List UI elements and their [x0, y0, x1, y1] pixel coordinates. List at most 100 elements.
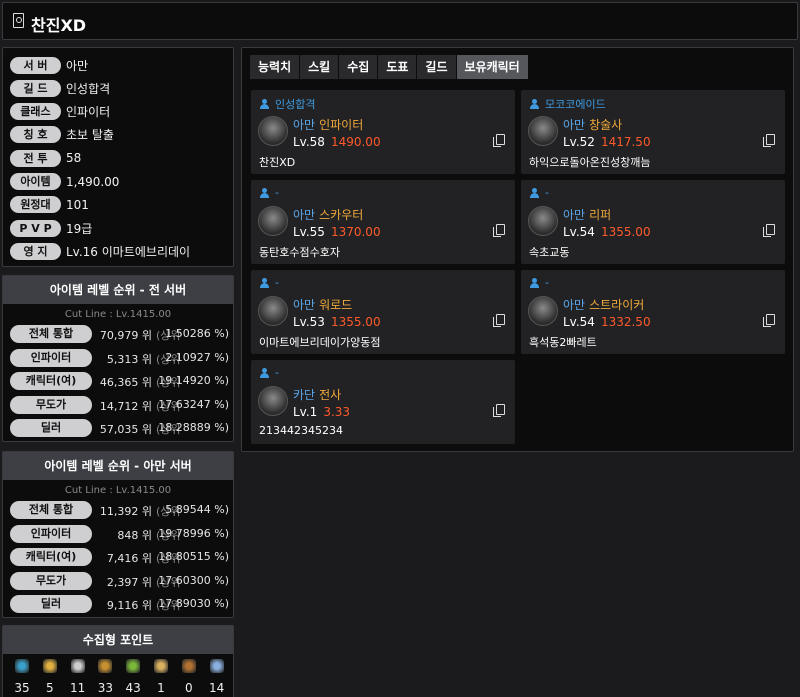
level-row: Lv.53 1355.00: [293, 315, 381, 329]
rank-row: 인파이터 5,313 위 (상위 2.10927 %): [10, 348, 232, 367]
rank-row: 딜러 57,035 위 (상위 18.28889 %): [10, 419, 232, 437]
copy-icon[interactable]: [493, 404, 505, 417]
item-level: 1332.50: [600, 315, 651, 329]
collection-item[interactable]: 14: [205, 659, 229, 695]
rank-label: 전체 통합: [10, 325, 92, 343]
rank-all-title: 아이템 레벨 순위 - 전 서버: [3, 276, 233, 304]
level-row: Lv.58 1490.00: [293, 135, 381, 149]
character-card[interactable]: - 아만 스카우터 Lv.55 1370.00 동탄호수점수호자: [251, 180, 515, 264]
rank-percent: 5.89544 %): [165, 503, 229, 516]
profile-value: 아만: [66, 58, 89, 73]
character-avatar: [258, 116, 288, 146]
tree-leaf-icon: [209, 659, 224, 673]
server-name: 아만: [293, 208, 316, 222]
profile-value: 인파이터: [66, 105, 111, 120]
rank-row: 딜러 9,116 위 (상위 17.89030 %): [10, 595, 232, 613]
copy-icon[interactable]: [493, 134, 505, 147]
character-card[interactable]: - 아만 스트라이커 Lv.54 1332.50 흑석동2빠레트: [521, 270, 785, 354]
tab-2[interactable]: 수집: [339, 55, 378, 79]
rank-number: 9,116 위: [106, 599, 152, 612]
collection-title: 수집형 포인트: [3, 626, 233, 654]
rank-row: 캐릭터(여) 46,365 위 (상위 19.14920 %): [10, 372, 232, 390]
rank-label: 전체 통합: [10, 501, 92, 519]
rank-label: 무도가: [10, 571, 92, 590]
profile-row: 서 버 아만: [10, 56, 88, 74]
people-icon: [529, 277, 541, 288]
copy-icon[interactable]: [763, 134, 775, 147]
server-name: 아만: [563, 118, 586, 132]
tab-0[interactable]: 능력치: [250, 55, 300, 79]
bookmark-icon[interactable]: [13, 13, 24, 28]
rank-percent: 18.80515 %): [158, 550, 229, 563]
rank-label: 캐릭터(여): [10, 548, 92, 566]
copy-icon[interactable]: [493, 224, 505, 237]
rank-number: 70,979 위: [99, 329, 152, 342]
class-row: 아만 스트라이커: [563, 296, 644, 313]
item-level: 1417.50: [600, 135, 651, 149]
rank-percent: 17.63247 %): [158, 397, 229, 411]
tab-3[interactable]: 도표: [378, 55, 417, 79]
level-row: Lv.54 1332.50: [563, 315, 651, 329]
collection-value: 35: [14, 681, 30, 695]
guild-row: -: [259, 366, 279, 379]
character-avatar: [528, 206, 558, 236]
character-card[interactable]: - 아만 워로드 Lv.53 1355.00 이마트에브리데이가양동점: [251, 270, 515, 354]
profile-value: 초보 탈출: [66, 128, 114, 143]
copy-icon[interactable]: [763, 224, 775, 237]
guild-name: -: [275, 366, 279, 379]
collection-value: 43: [125, 681, 141, 695]
profile-label: 원정대: [10, 196, 61, 214]
guild-row: -: [529, 276, 549, 289]
rank-percent: 17.89030 %): [158, 597, 229, 610]
class-row: 아만 스카우터: [293, 206, 363, 223]
rank-number: 5,313 위: [106, 352, 152, 366]
character-card[interactable]: 인성합격 아만 인파이터 Lv.58 1490.00 찬진XD: [251, 90, 515, 174]
profile-row: P V P 19급: [10, 219, 92, 237]
character-avatar: [258, 386, 288, 416]
rank-server-panel: 아이템 레벨 순위 - 아만 서버 Cut Line : Lv.1415.00 …: [2, 451, 234, 618]
collection-item[interactable]: 5: [38, 659, 62, 695]
copy-icon[interactable]: [763, 314, 775, 327]
collection-item[interactable]: 0: [177, 659, 201, 695]
rank-row: 캐릭터(여) 7,416 위 (상위 18.80515 %): [10, 548, 232, 566]
profile-row: 전 투 58: [10, 149, 81, 167]
character-header: 찬진XD: [2, 2, 798, 40]
character-avatar: [528, 296, 558, 326]
character-name: 찬진XD: [31, 16, 87, 35]
rank-number: 7,416 위: [106, 552, 152, 565]
class-row: 카단 전사: [293, 386, 341, 403]
character-card-name: 찬진XD: [259, 156, 296, 169]
collection-value: 14: [208, 681, 225, 695]
rank-label: 인파이터: [10, 348, 92, 367]
collection-item[interactable]: 35: [10, 659, 34, 695]
profile-label: 클래스: [10, 103, 61, 121]
profile-value: 1,490.00: [66, 174, 120, 189]
character-level: Lv.53: [293, 315, 325, 329]
collection-value: 5: [45, 681, 54, 695]
guild-name: 인성합격: [275, 98, 316, 111]
star-icon: [42, 659, 57, 673]
collection-item[interactable]: 1: [149, 659, 173, 695]
guild-row: -: [529, 186, 549, 199]
item-level: 3.33: [323, 405, 351, 419]
tab-5[interactable]: 보유캐릭터: [456, 55, 528, 79]
character-card-name: 하익으로돌아온진성창깨늠: [529, 156, 651, 169]
tab-1[interactable]: 스킬: [300, 55, 339, 79]
character-card[interactable]: - 아만 리퍼 Lv.54 1355.00 속초교동: [521, 180, 785, 264]
people-icon: [259, 367, 271, 378]
tab-4[interactable]: 길드: [417, 55, 456, 79]
tab-bar: 능력치 스킬 수집 도표 길드 보유캐릭터: [250, 55, 529, 79]
collection-item[interactable]: 33: [93, 659, 117, 695]
collection-item[interactable]: 43: [121, 659, 145, 695]
art-icon: [98, 659, 113, 673]
people-icon: [529, 187, 541, 198]
rank-percent: 1.50286 %): [165, 327, 229, 340]
character-card[interactable]: - 카단 전사 Lv.1 3.33 213442345234: [251, 360, 515, 444]
level-row: Lv.54 1355.00: [563, 225, 651, 239]
character-avatar: [258, 296, 288, 326]
collection-item[interactable]: 11: [66, 659, 90, 695]
rank-row: 무도가 2,397 위 (상위 17.60300 %): [10, 571, 232, 590]
rank-row: 무도가 14,712 위 (상위 17.63247 %): [10, 395, 232, 414]
character-card[interactable]: 모코코에이드 아만 창술사 Lv.52 1417.50 하익으로돌아온진성창깨늠: [521, 90, 785, 174]
copy-icon[interactable]: [493, 314, 505, 327]
